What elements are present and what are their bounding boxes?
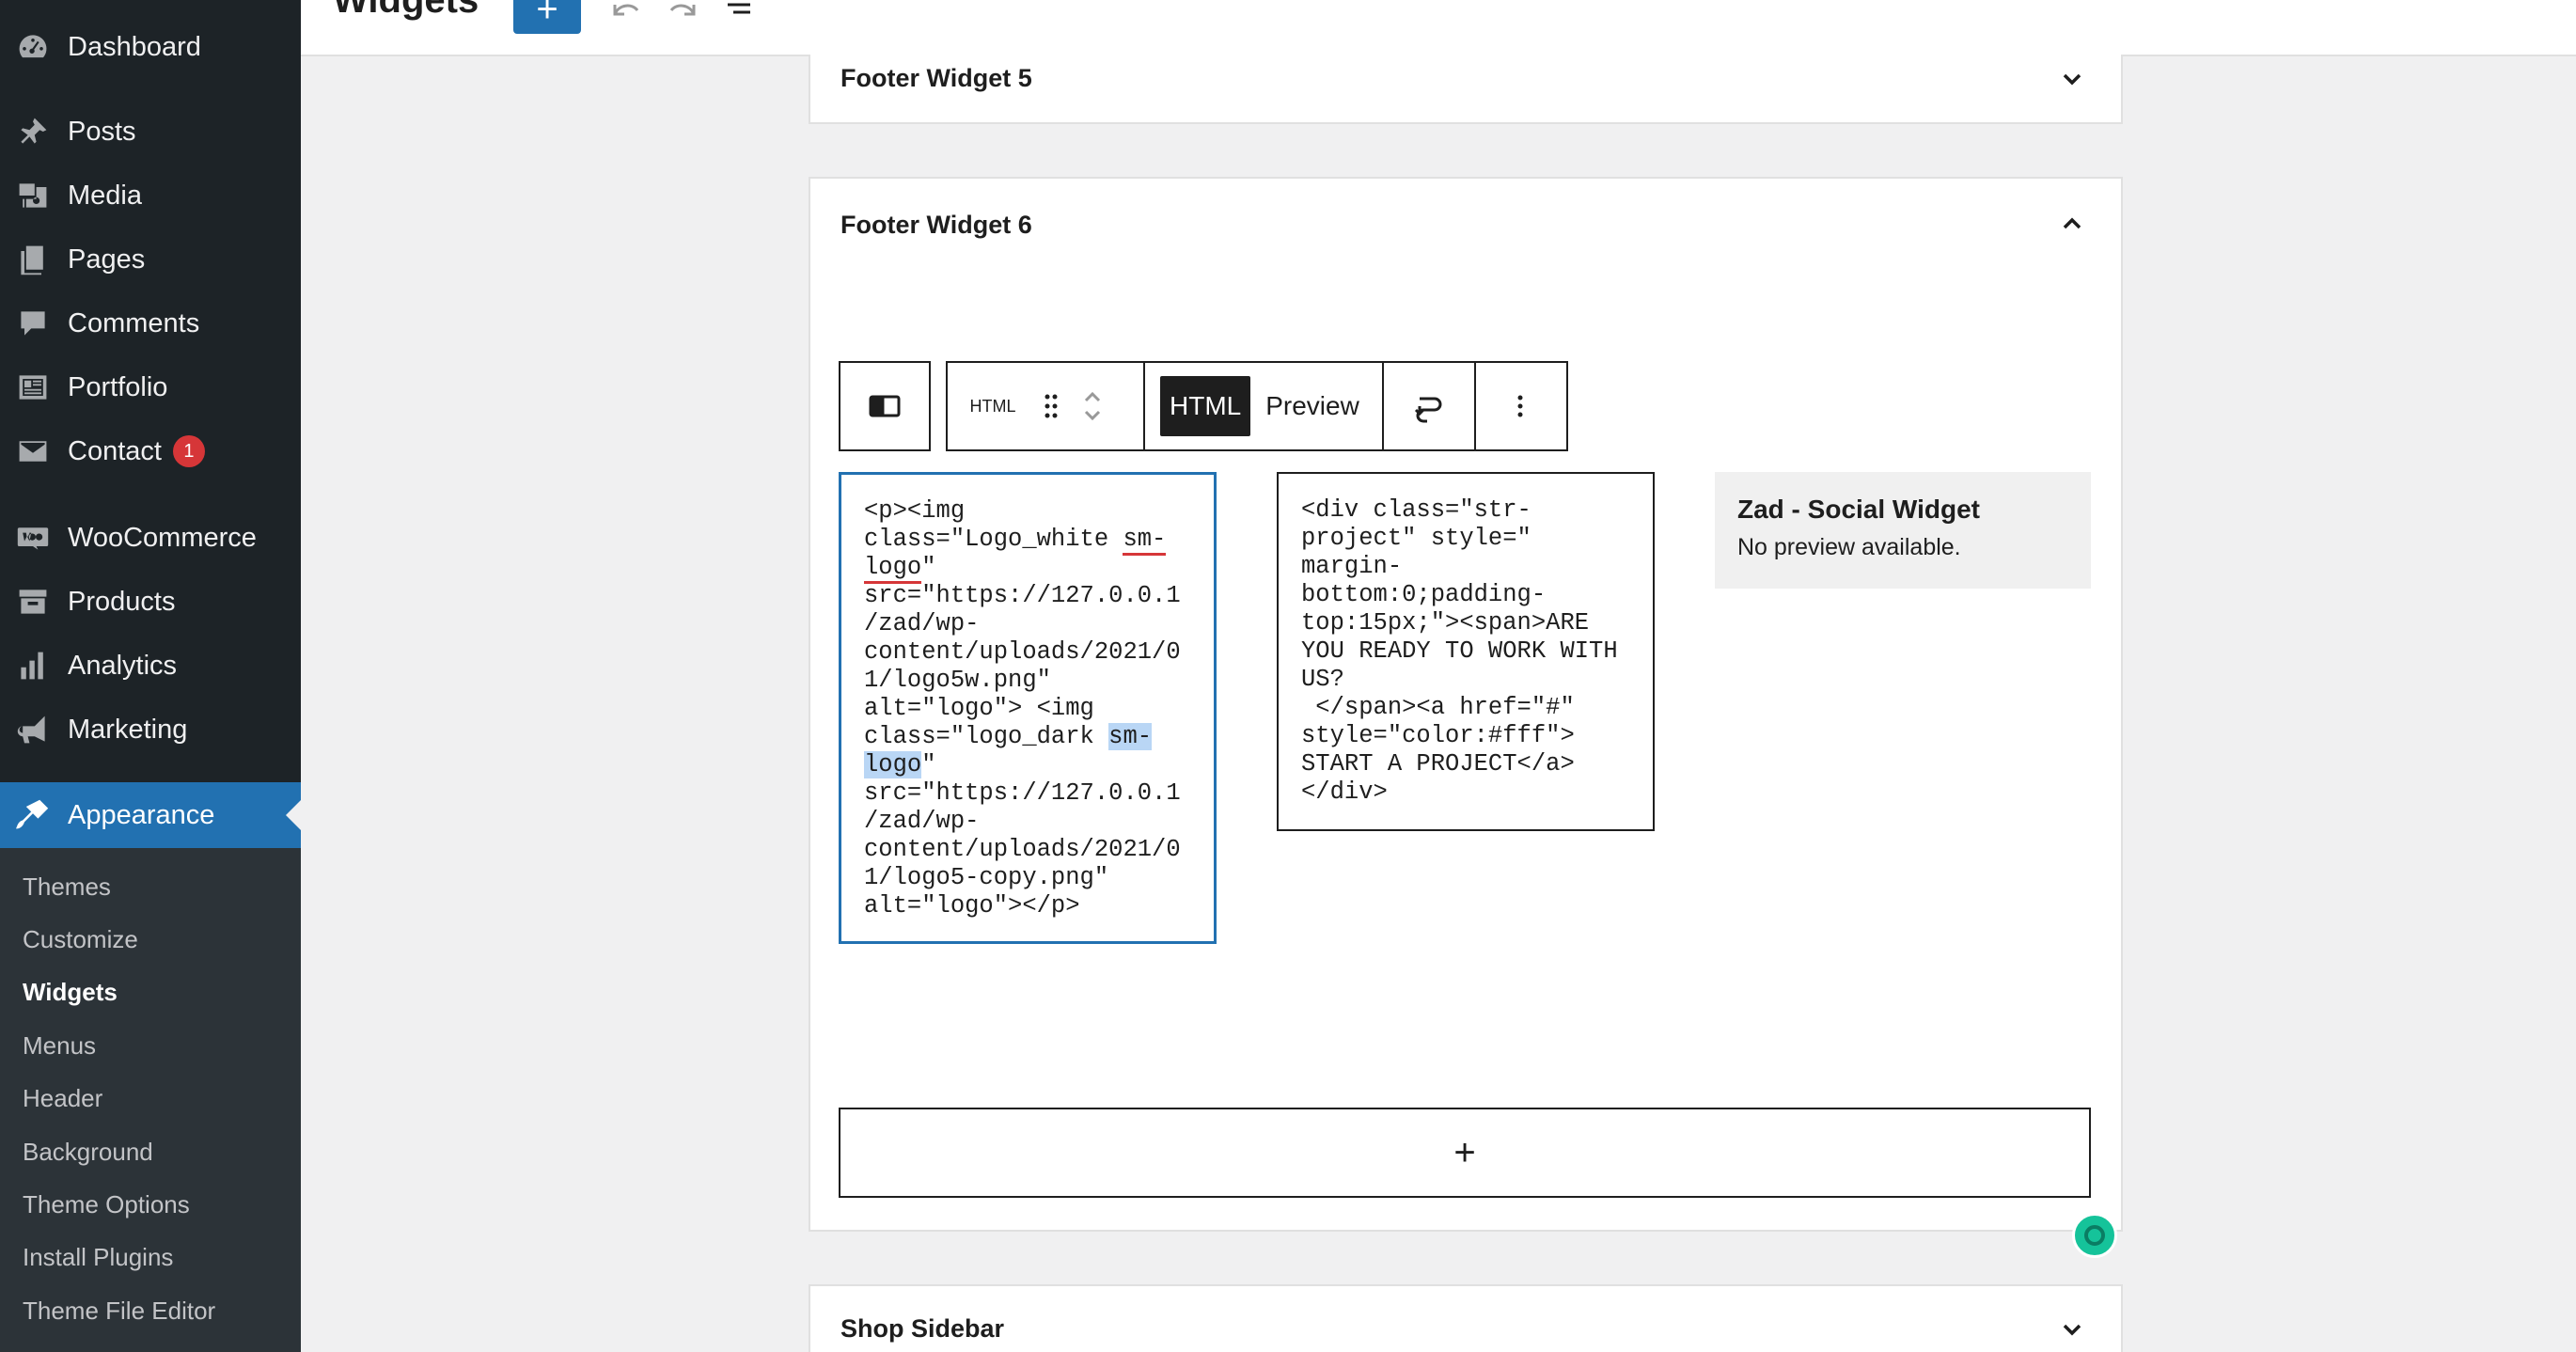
sidebar-item-label: Appearance: [68, 799, 215, 830]
submenu-item-header[interactable]: Header: [23, 1084, 102, 1113]
sidebar-item-label: Analytics: [68, 650, 178, 681]
sidebar-item-pages[interactable]: Pages: [0, 231, 301, 288]
sidebar-item-label: WooCommerce: [68, 522, 257, 553]
chevron-down-icon[interactable]: [2059, 1316, 2085, 1343]
sidebar-item-analytics[interactable]: Analytics: [0, 637, 301, 694]
text-selection: sm-: [1108, 723, 1153, 750]
code-text: " src="https://127.0.0.1 /zad/wp- conten…: [864, 554, 1181, 750]
sidebar-item-media[interactable]: Media: [0, 167, 301, 224]
dashboard-icon: [15, 29, 51, 65]
pages-icon: [15, 242, 51, 277]
sidebar-item-dashboard[interactable]: Dashboard: [0, 19, 301, 75]
submenu-item-theme-file-editor[interactable]: Theme File Editor: [23, 1297, 215, 1326]
custom-html-editor-2[interactable]: <div class="str- project" style=" margin…: [1277, 472, 1655, 831]
comment-icon: [15, 306, 51, 341]
sidebar-item-comments[interactable]: Comments: [0, 295, 301, 352]
grammarly-icon[interactable]: [2072, 1213, 2117, 1258]
submenu-item-customize[interactable]: Customize: [23, 925, 138, 954]
grammarly-icon-ring: [2084, 1225, 2105, 1246]
sidebar-item-label: Portfolio: [68, 371, 168, 402]
submenu-item-background[interactable]: Background: [23, 1138, 153, 1167]
chevron-down-icon[interactable]: [2059, 66, 2085, 92]
page-title: Widgets: [333, 0, 479, 21]
more-vertical-icon: [1517, 395, 1523, 417]
sidebar-item-products[interactable]: Products: [0, 574, 301, 630]
woo-icon: [15, 520, 51, 556]
list-view-icon[interactable]: [720, 0, 758, 23]
sidebar-item-label: Contact: [68, 435, 162, 466]
sidebar-item-posts[interactable]: Posts: [0, 103, 301, 160]
sidebar-item-label: Pages: [68, 244, 146, 275]
drag-handle-icon: [1045, 394, 1058, 418]
editor-header: Widgets +: [301, 0, 2576, 56]
widget-area-footer-5[interactable]: Footer Widget 5: [809, 55, 2123, 124]
submenu-item-theme-options[interactable]: Theme Options: [23, 1190, 190, 1219]
move-down-icon[interactable]: [1078, 406, 1107, 425]
block-toolbar: HTML HTML Preview: [946, 361, 1568, 451]
text-selection: logo: [864, 751, 922, 778]
legacy-widget-preview[interactable]: Zad - Social Widget No preview available…: [1715, 472, 2091, 589]
code-text: <p><img class="Logo_white: [864, 497, 1109, 553]
sidebar-item-contact[interactable]: Contact 1: [0, 423, 301, 479]
preview-title: Zad - Social Widget: [1737, 495, 1980, 524]
transform-button[interactable]: [1384, 363, 1474, 449]
options-button[interactable]: [1476, 363, 1564, 449]
sidebar-item-label: Comments: [68, 307, 200, 338]
redo-icon[interactable]: [664, 0, 701, 23]
widget-area-title: Footer Widget 5: [840, 64, 1032, 92]
spelling-underline: logo: [864, 554, 922, 584]
notification-badge: 1: [172, 435, 205, 467]
sidebar-item-woocommerce[interactable]: WooCommerce: [0, 510, 301, 566]
sidebar-item-label: Marketing: [68, 714, 188, 745]
select-parent-button[interactable]: [840, 363, 929, 449]
block-type-label: HTML: [969, 396, 1016, 416]
sidebar-item-label: Media: [68, 180, 142, 211]
chevron-up-icon[interactable]: [2059, 211, 2085, 237]
portfolio-icon: [15, 369, 51, 405]
widget-area-shop-sidebar[interactable]: Shop Sidebar: [809, 1284, 2123, 1352]
block-type-button[interactable]: HTML: [948, 363, 1038, 449]
bar-chart-icon: [15, 648, 51, 684]
megaphone-icon: [15, 712, 51, 747]
sidebar-item-marketing[interactable]: Marketing: [0, 701, 301, 758]
admin-sidebar: Dashboard Posts Media Pages Comments Por…: [0, 0, 301, 1352]
custom-html-editor-1[interactable]: <p><img class="Logo_white sm- logo" src=…: [839, 472, 1217, 944]
widget-area-title: Footer Widget 6: [840, 211, 1032, 239]
sidebar-item-appearance[interactable]: Appearance: [0, 782, 301, 848]
drag-handle[interactable]: [1038, 363, 1064, 449]
submenu-item-widgets[interactable]: Widgets: [23, 978, 118, 1007]
columns-icon: [869, 395, 901, 417]
archive-icon: [15, 584, 51, 620]
appearance-submenu: Themes Customize Widgets Menus Header Ba…: [0, 848, 301, 1352]
pin-icon: [15, 114, 51, 149]
preview-tab[interactable]: Preview: [1250, 391, 1382, 421]
add-block-appender[interactable]: +: [839, 1108, 2091, 1198]
brush-icon: [15, 797, 51, 833]
undo-icon[interactable]: [607, 0, 645, 23]
transform-icon: [1414, 397, 1442, 423]
add-block-button[interactable]: +: [513, 0, 581, 34]
code-text: <div class="str- project" style=" margin…: [1301, 496, 1618, 806]
active-indicator: [286, 800, 301, 830]
sidebar-item-label: Posts: [68, 116, 136, 147]
submenu-item-menus[interactable]: Menus: [23, 1031, 96, 1061]
submenu-item-themes[interactable]: Themes: [23, 873, 111, 902]
preview-text: No preview available.: [1737, 534, 1961, 560]
spelling-underline: sm-: [1123, 526, 1167, 556]
widget-area-title: Shop Sidebar: [840, 1314, 1005, 1343]
move-up-icon[interactable]: [1078, 387, 1107, 406]
sidebar-item-label: Products: [68, 586, 176, 617]
toolbar-divider: [1143, 363, 1145, 449]
move-buttons: [1064, 363, 1121, 449]
block-toolbar-parent: [839, 361, 931, 451]
sidebar-item-label: Dashboard: [68, 31, 201, 62]
html-tab[interactable]: HTML: [1160, 376, 1251, 436]
mail-icon: [15, 433, 51, 469]
sidebar-item-portfolio[interactable]: Portfolio: [0, 359, 301, 416]
media-icon: [15, 178, 51, 213]
submenu-item-install-plugins[interactable]: Install Plugins: [23, 1243, 173, 1272]
